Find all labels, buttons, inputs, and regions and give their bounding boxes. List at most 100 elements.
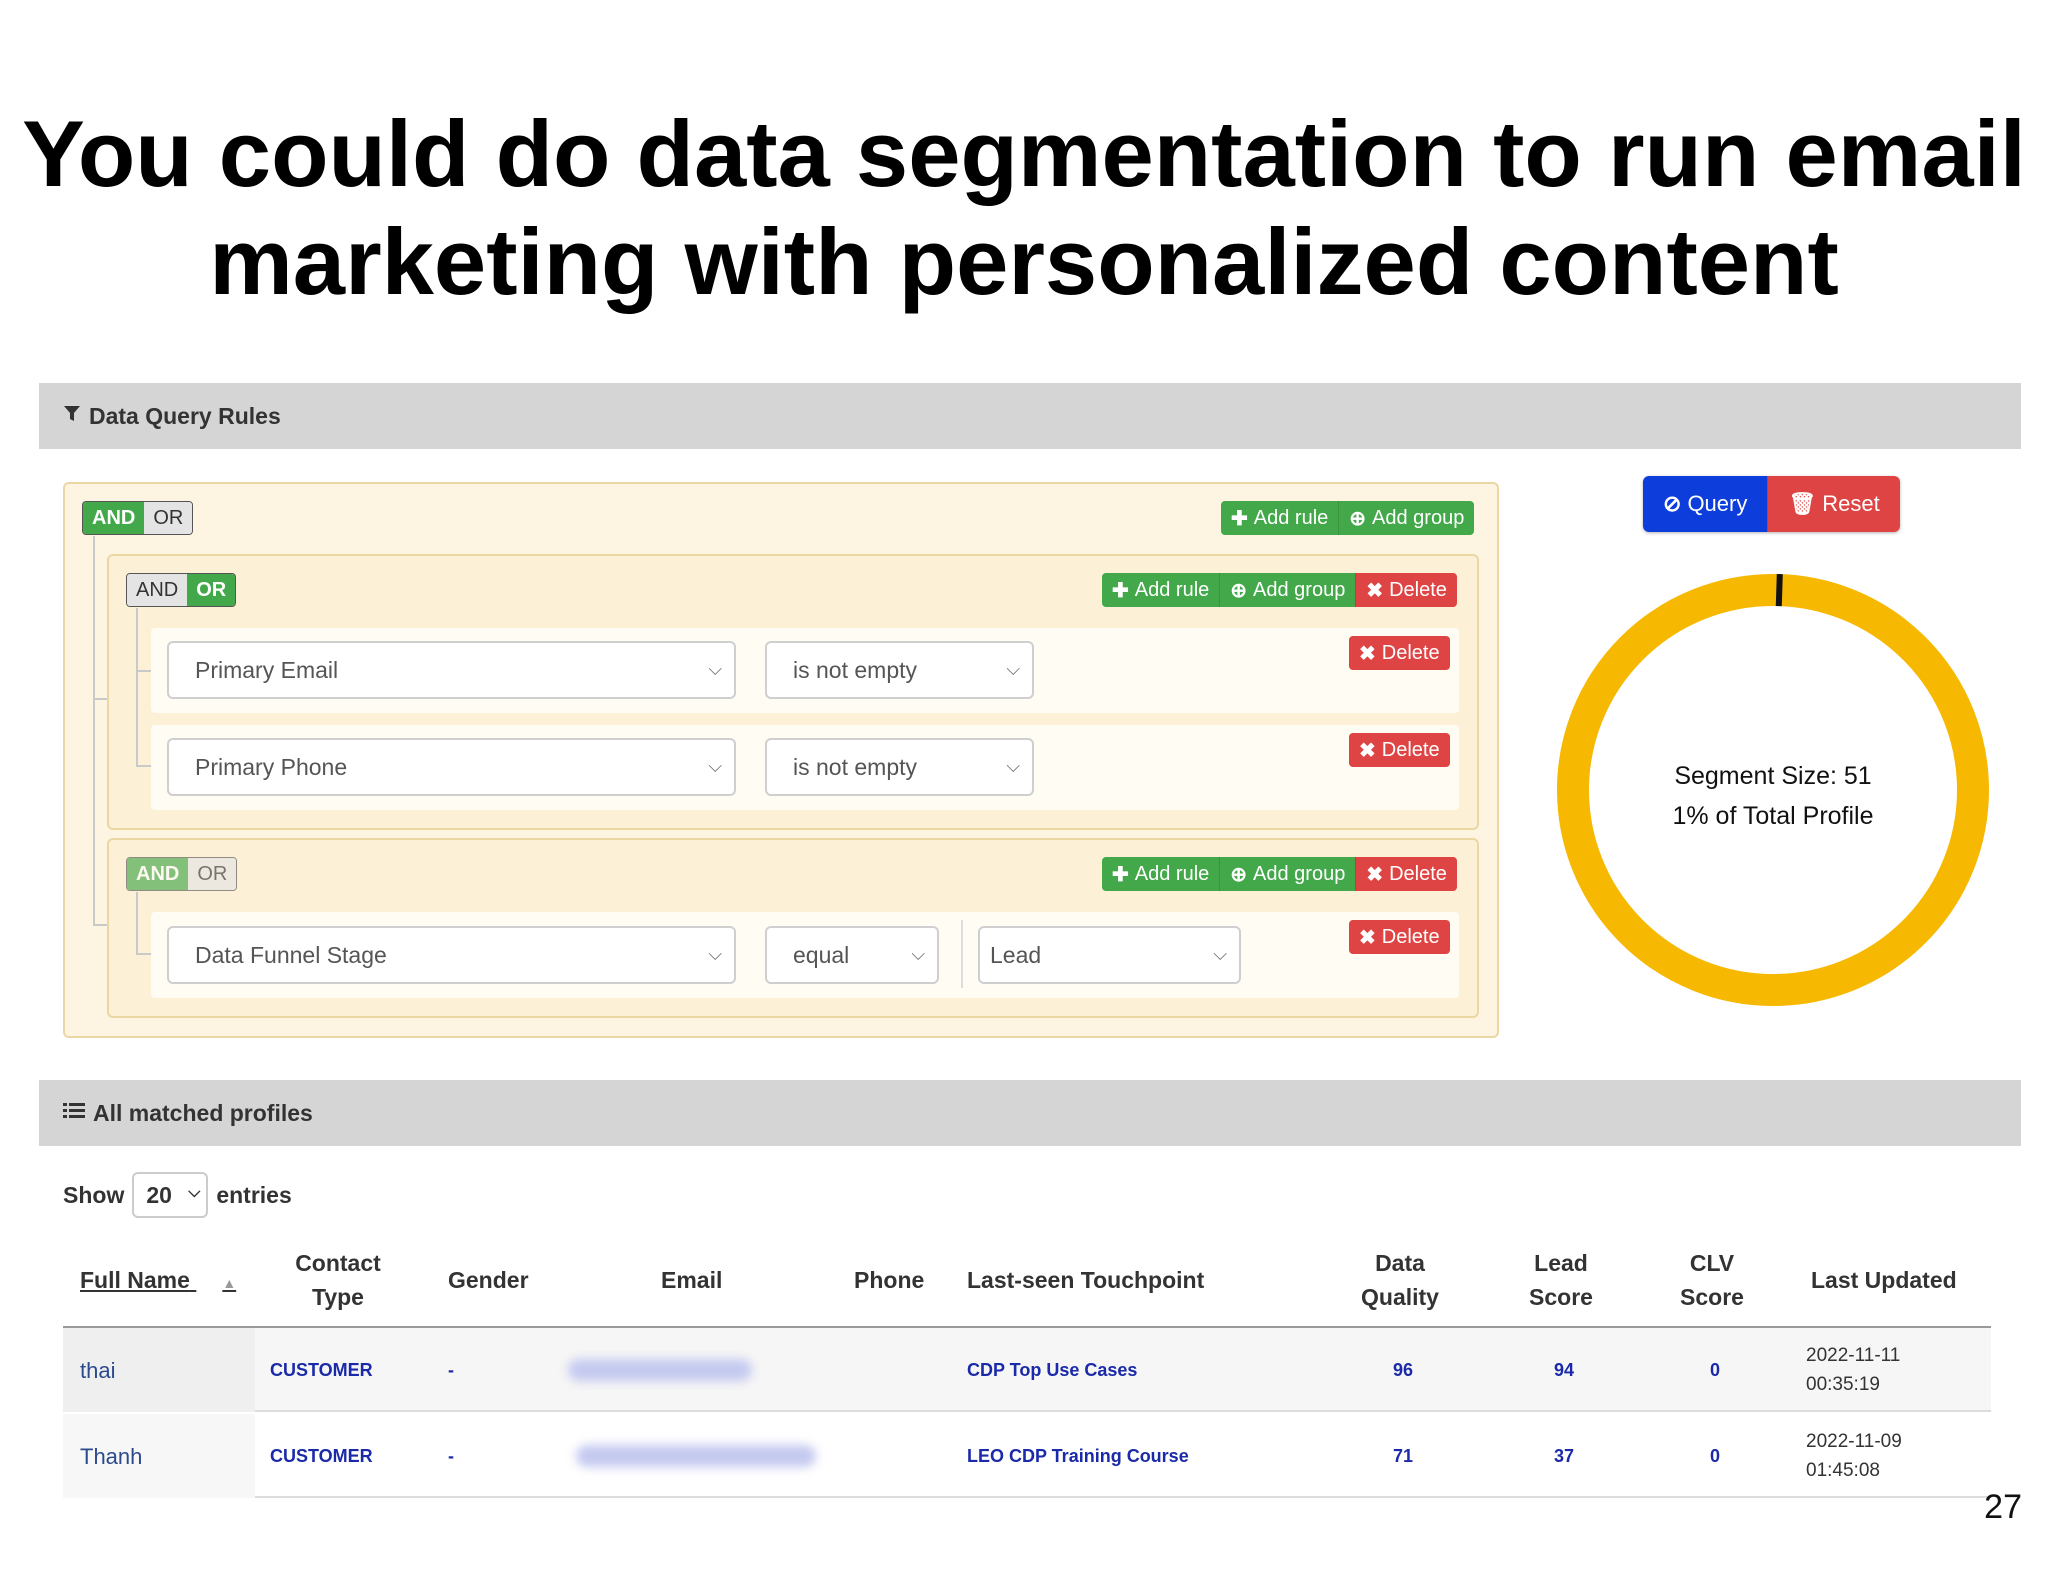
group2-add-rule-button[interactable]: ✚ Add rule	[1102, 857, 1220, 891]
root-actions: ✚ Add rule ⊕ Add group	[1221, 501, 1475, 535]
rule-actions: ✖ Delete	[1349, 636, 1450, 670]
data-quality: 71	[1393, 1446, 1414, 1466]
last-updated: 2022-11-09 01:45:08	[1806, 1431, 1902, 1481]
column-header-email[interactable]: Email	[661, 1263, 722, 1297]
show-label: Show	[63, 1181, 125, 1208]
query-section-title: Data Query Rules	[89, 402, 281, 429]
column-header-phone[interactable]: Phone	[854, 1263, 924, 1297]
column-header-contact-type[interactable]: Contact Type	[288, 1246, 388, 1314]
group1-actions: ✚ Add rule ⊕ Add group ✖ Delete	[1102, 573, 1457, 607]
plus-circle-icon: ⊕	[1349, 507, 1367, 530]
rule-field-select[interactable]: Primary Phone ⌵	[167, 738, 736, 796]
clv-score: 0	[1710, 1360, 1721, 1380]
rule-actions: ✖ Delete	[1349, 920, 1450, 954]
redacted-email	[568, 1359, 752, 1381]
group2-or-button[interactable]: OR	[188, 858, 237, 890]
group2-add-group-button[interactable]: ⊕ Add group	[1219, 857, 1356, 891]
profile-name-link[interactable]: Thanh	[80, 1444, 142, 1470]
group2-delete-button[interactable]: ✖ Delete	[1355, 857, 1457, 891]
entries-label: entries	[216, 1181, 292, 1208]
rule-field-select[interactable]: Primary Email ⌵	[167, 641, 736, 699]
tree-connector	[136, 892, 138, 954]
segment-percent-label: 1% of Total Profile	[1672, 802, 1874, 830]
query-button[interactable]: ⊘ Query	[1643, 476, 1768, 532]
chevron-down-icon: ⌵	[1006, 756, 1020, 776]
chevron-down-icon: ⌵	[1006, 659, 1020, 679]
plus-circle-icon: ⊕	[1230, 863, 1248, 886]
group1-delete-button[interactable]: ✖ Delete	[1355, 573, 1457, 607]
check-circle-icon: ⊘	[1663, 491, 1682, 516]
chevron-down-icon: ⌵	[1213, 944, 1227, 964]
clv-score: 0	[1710, 1446, 1721, 1466]
plus-icon: ✚	[1112, 863, 1129, 886]
sort-asc-icon: ▲	[222, 1275, 237, 1291]
filter-icon	[63, 403, 81, 429]
plus-circle-icon: ⊕	[1230, 579, 1248, 602]
rule-delete-button[interactable]: ✖ Delete	[1349, 920, 1450, 954]
tree-connector	[93, 924, 108, 926]
gender: -	[448, 1446, 454, 1466]
column-header-gender[interactable]: Gender	[448, 1263, 529, 1297]
rule-value-select[interactable]: Lead ⌵	[978, 926, 1241, 984]
close-icon: ✖	[1359, 926, 1376, 949]
root-add-group-button[interactable]: ⊕ Add group	[1338, 501, 1475, 535]
segment-size-donut: Segment Size: 51 1% of Total Profile	[1553, 570, 1993, 1010]
group1-or-button[interactable]: OR	[187, 574, 236, 606]
entries-select[interactable]: 20 ⌵	[132, 1172, 209, 1218]
tree-connector	[136, 608, 138, 766]
tree-connector	[136, 670, 152, 672]
group2-condition-toggle[interactable]: AND OR	[126, 857, 238, 891]
root-add-rule-button[interactable]: ✚ Add rule	[1221, 501, 1339, 535]
profile-name-link[interactable]: thai	[80, 1358, 115, 1384]
reset-button[interactable]: 🗑 Reset	[1767, 476, 1900, 532]
value-divider	[961, 920, 963, 988]
column-header-clv-score[interactable]: CLV Score	[1662, 1246, 1762, 1314]
tree-connector	[136, 953, 152, 955]
close-icon: ✖	[1359, 739, 1376, 762]
rule-operator-select[interactable]: equal ⌵	[765, 926, 939, 984]
column-header-data-quality[interactable]: Data Quality	[1350, 1246, 1450, 1314]
touchpoint-link[interactable]: LEO CDP Training Course	[967, 1446, 1189, 1467]
tree-connector	[93, 698, 108, 700]
list-icon	[63, 1100, 85, 1126]
profiles-section-header: All matched profiles	[39, 1080, 2021, 1146]
segment-size-label: Segment Size: 51	[1674, 762, 1872, 790]
chevron-down-icon: ⌵	[188, 1184, 201, 1201]
group1-add-group-button[interactable]: ⊕ Add group	[1219, 573, 1356, 607]
column-header-full-name[interactable]: Full Name ▲	[80, 1263, 236, 1300]
trash-icon: 🗑	[1788, 491, 1817, 516]
group1-add-rule-button[interactable]: ✚ Add rule	[1102, 573, 1220, 607]
rule-operator-select[interactable]: is not empty ⌵	[765, 641, 1034, 699]
chevron-down-icon: ⌵	[708, 944, 722, 964]
query-actions: ⊘ Query 🗑 Reset	[1643, 476, 1900, 532]
slide-title: You could do data segmentation to run em…	[0, 100, 2048, 316]
root-condition-toggle[interactable]: AND OR	[82, 501, 194, 535]
column-header-last-updated[interactable]: Last Updated	[1811, 1263, 1957, 1297]
contact-type: CUSTOMER	[270, 1360, 373, 1380]
root-and-button[interactable]: AND	[83, 502, 145, 534]
group2-and-button[interactable]: AND	[127, 858, 189, 890]
plus-icon: ✚	[1112, 579, 1129, 602]
column-header-lead-score[interactable]: Lead Score	[1511, 1246, 1611, 1314]
slide-title-line1: You could do data segmentation to run em…	[22, 101, 2026, 206]
rule-operator-select[interactable]: is not empty ⌵	[765, 738, 1034, 796]
column-header-touchpoint[interactable]: Last-seen Touchpoint	[967, 1263, 1204, 1297]
group2-actions: ✚ Add rule ⊕ Add group ✖ Delete	[1102, 857, 1457, 891]
touchpoint-link[interactable]: CDP Top Use Cases	[967, 1360, 1137, 1381]
rule-delete-button[interactable]: ✖ Delete	[1349, 636, 1450, 670]
rule-delete-button[interactable]: ✖ Delete	[1349, 733, 1450, 767]
group1-condition-toggle[interactable]: AND OR	[126, 573, 237, 607]
group1-and-button[interactable]: AND	[127, 574, 188, 606]
rule-field-select[interactable]: Data Funnel Stage ⌵	[167, 926, 736, 984]
chevron-down-icon: ⌵	[911, 944, 925, 964]
tree-connector	[93, 536, 95, 926]
close-icon: ✖	[1366, 863, 1384, 886]
redacted-email	[576, 1445, 816, 1467]
rule-actions: ✖ Delete	[1349, 733, 1450, 767]
lead-score: 37	[1554, 1446, 1575, 1466]
contact-type: CUSTOMER	[270, 1446, 373, 1466]
root-or-button[interactable]: OR	[144, 502, 193, 534]
data-quality: 96	[1393, 1360, 1414, 1380]
close-icon: ✖	[1366, 579, 1384, 602]
close-icon: ✖	[1359, 642, 1376, 665]
